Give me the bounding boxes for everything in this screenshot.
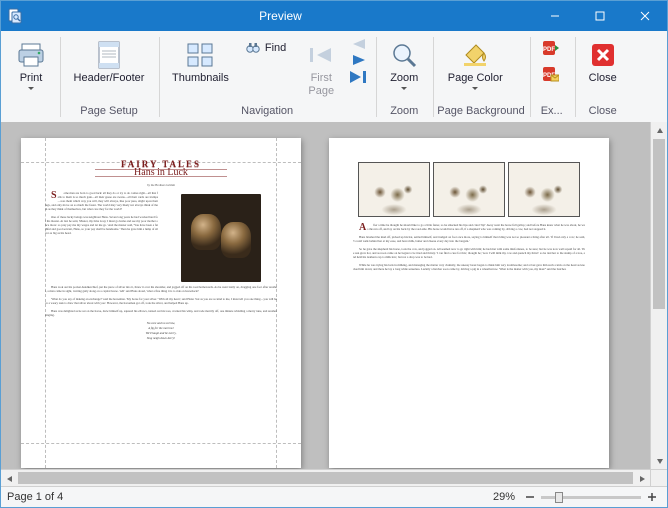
- thumbnails-button[interactable]: Thumbnails: [163, 35, 238, 101]
- maximize-button[interactable]: [577, 1, 622, 31]
- pdf-mail-icon: PDF: [541, 65, 559, 83]
- illus-2: [433, 162, 505, 217]
- group-export-label: Ex...: [534, 103, 570, 122]
- illus-1: [358, 162, 430, 217]
- page-color-label: Page Color: [448, 72, 503, 85]
- svg-text:PDF: PDF: [543, 47, 555, 53]
- p2-para-1: After a time he thought he should like t…: [353, 223, 585, 231]
- vscroll-track[interactable]: [651, 139, 667, 452]
- pdf-icon: PDF: [541, 39, 559, 57]
- find-label: Find: [265, 42, 286, 54]
- hscroll-thumb[interactable]: [18, 472, 633, 484]
- group-zoom-label: Zoom: [380, 103, 428, 122]
- title-bar: Preview: [1, 1, 667, 31]
- page-2[interactable]: After a time he thought he should like t…: [329, 138, 609, 468]
- print-icon: [16, 38, 46, 72]
- thumbnails-label: Thumbnails: [172, 72, 229, 85]
- print-button[interactable]: Print: [7, 35, 55, 101]
- print-label: Print: [20, 72, 43, 85]
- zoom-button[interactable]: Zoom: [380, 35, 428, 101]
- scroll-down-button[interactable]: [651, 452, 667, 469]
- p1-para-a: Some men are born to good luck: all they…: [45, 191, 158, 211]
- chevron-down-icon: [472, 87, 478, 90]
- group-close: Close Close: [579, 35, 627, 124]
- group-export: PDF PDF Ex...: [534, 35, 570, 124]
- page-color-button[interactable]: Page Color: [437, 35, 513, 101]
- group-page-background: Page Color Page Background: [437, 35, 524, 124]
- p1-para-b: One of these lucky beings was neighbour …: [45, 215, 158, 235]
- window-controls: [532, 1, 667, 31]
- next-page-icon[interactable]: [349, 53, 369, 67]
- first-page-label: First Page: [308, 72, 334, 98]
- close-preview-label: Close: [589, 72, 617, 85]
- magnifier-icon: [390, 38, 418, 72]
- scroll-left-button[interactable]: [1, 470, 18, 486]
- p2-para-2: Hans brushed the mud off, picked up his …: [353, 235, 585, 243]
- close-icon: [589, 38, 617, 72]
- byline: by the Brothers Grimm: [45, 183, 277, 187]
- group-page-background-label: Page Background: [437, 103, 524, 122]
- group-print: Print: [7, 35, 55, 124]
- export-pdf-email-button[interactable]: PDF: [534, 63, 570, 85]
- chevron-down-icon: [401, 87, 407, 90]
- binoculars-icon: [245, 40, 261, 56]
- zoom-slider-thumb[interactable]: [555, 492, 563, 503]
- illus-3: [508, 162, 580, 217]
- authors-photo: [181, 194, 261, 282]
- p2-para-4: While he was trying his luck in milking,…: [353, 263, 585, 271]
- last-page-icon[interactable]: [347, 69, 371, 85]
- p1-para-3: 'What do you say of making an exchange?'…: [45, 297, 277, 305]
- app-icon: [1, 1, 29, 31]
- zoom-out-button[interactable]: [521, 489, 539, 506]
- first-page-button[interactable]: First Page: [297, 35, 345, 101]
- p1-para-4: Hans was delighted as he sat on the hors…: [45, 309, 277, 317]
- page-1[interactable]: FAIRY TALES Hans in Luck by the Brothers…: [21, 138, 301, 468]
- first-page-icon: [307, 38, 335, 72]
- zoom-in-button[interactable]: [643, 489, 661, 506]
- chapter-title: FAIRY TALES: [45, 162, 277, 166]
- prev-page-icon[interactable]: [349, 37, 369, 51]
- window-title: Preview: [29, 1, 532, 31]
- horizontal-scrollbar[interactable]: [1, 469, 650, 486]
- scroll-up-button[interactable]: [651, 122, 667, 139]
- group-close-label: Close: [579, 103, 627, 122]
- ribbon: Print Header/Footer Page Setup Thumbnai: [1, 31, 667, 125]
- p2-para-3: So he gave the shepherd his horse, took …: [353, 247, 585, 259]
- story-title: Hans in Luck: [95, 169, 227, 177]
- group-page-setup: Header/Footer Page Setup: [64, 35, 154, 124]
- vscroll-thumb[interactable]: [653, 139, 665, 309]
- close-preview-button[interactable]: Close: [579, 35, 627, 101]
- page-indicator: Page 1 of 4: [7, 491, 63, 503]
- group-zoom: Zoom Zoom: [380, 35, 428, 124]
- zoom-percentage[interactable]: 29%: [493, 491, 515, 503]
- header-footer-icon: [96, 38, 122, 72]
- illustrations: [353, 162, 585, 217]
- find-button[interactable]: Find: [238, 37, 293, 59]
- hscroll-track[interactable]: [18, 470, 633, 486]
- scrollbar-corner: [650, 469, 667, 486]
- chevron-down-icon: [28, 87, 34, 90]
- zoom-slider[interactable]: [541, 496, 641, 499]
- p1-para-2: Hans took out his pocket-handkerchief, p…: [45, 285, 277, 293]
- song-l4: Sing neigh down derry!: [45, 336, 277, 341]
- zoom-label: Zoom: [390, 72, 418, 85]
- minimize-button[interactable]: [532, 1, 577, 31]
- export-pdf-button[interactable]: PDF: [534, 37, 570, 59]
- status-bar: Page 1 of 4 29%: [1, 486, 667, 507]
- pages: FAIRY TALES Hans in Luck by the Brothers…: [21, 138, 609, 468]
- paint-bucket-icon: [460, 38, 490, 72]
- group-print-label: [7, 103, 55, 122]
- scroll-right-button[interactable]: [633, 470, 650, 486]
- group-navigation: Thumbnails Find First Page Navigation: [163, 35, 371, 124]
- close-window-button[interactable]: [622, 1, 667, 31]
- group-page-setup-label: Page Setup: [64, 103, 154, 122]
- group-navigation-label: Navigation: [163, 103, 371, 122]
- header-footer-label: Header/Footer: [74, 72, 145, 85]
- thumbnails-icon: [185, 38, 215, 72]
- preview-area[interactable]: FAIRY TALES Hans in Luck by the Brothers…: [1, 122, 667, 486]
- header-footer-button[interactable]: Header/Footer: [64, 35, 154, 101]
- vertical-scrollbar[interactable]: [650, 122, 667, 469]
